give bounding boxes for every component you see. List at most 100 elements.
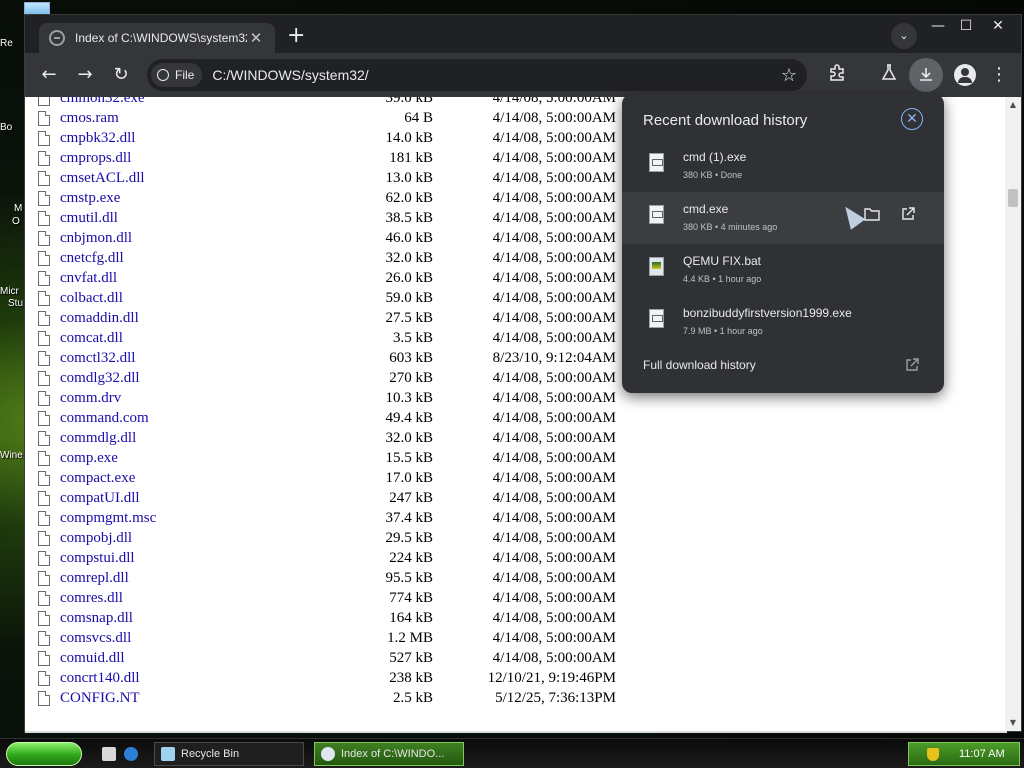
- tab-active[interactable]: Index of C:\WINDOWS\system32\ ✕: [39, 23, 275, 53]
- file-icon: [38, 431, 50, 446]
- file-link[interactable]: comuid.dll: [60, 650, 125, 667]
- file-date: 4/14/08, 5:00:00AM: [492, 190, 616, 206]
- close-window-button[interactable]: ✕: [981, 15, 1015, 39]
- file-link[interactable]: comrepl.dll: [60, 570, 129, 587]
- file-row: compact.exe 17.0 kB 4/14/08, 5:00:00AM: [25, 469, 625, 489]
- file-link[interactable]: cmmon32.exe: [60, 97, 145, 107]
- file-row: comsnap.dll 164 kB 4/14/08, 5:00:00AM: [25, 609, 625, 629]
- internet-explorer-icon[interactable]: [124, 747, 138, 761]
- file-link[interactable]: cmprops.dll: [60, 150, 131, 167]
- file-size: 32.0 kB: [385, 430, 433, 446]
- download-meta: 4.4 KB • 1 hour ago: [683, 274, 762, 284]
- file-size: 2.5 kB: [392, 690, 433, 706]
- full-download-history-link[interactable]: Full download history: [643, 358, 756, 372]
- tab-close-icon[interactable]: ✕: [247, 29, 265, 47]
- file-chip[interactable]: File: [151, 63, 203, 87]
- scroll-thumb[interactable]: [1008, 189, 1018, 207]
- file-link[interactable]: cmsetACL.dll: [60, 170, 145, 187]
- download-meta: 380 KB • 4 minutes ago: [683, 222, 778, 232]
- open-external-icon[interactable]: [898, 206, 918, 226]
- file-date: 4/14/08, 5:00:00AM: [492, 470, 616, 486]
- close-icon[interactable]: ✕: [901, 108, 923, 130]
- file-link[interactable]: comsnap.dll: [60, 610, 133, 627]
- back-button[interactable]: ←: [37, 63, 61, 87]
- file-link[interactable]: command.com: [60, 410, 149, 427]
- file-date: 4/14/08, 5:00:00AM: [492, 130, 616, 146]
- scroll-up-arrow-icon[interactable]: ▲: [1005, 97, 1021, 113]
- file-date: 4/14/08, 5:00:00AM: [492, 210, 616, 226]
- file-link[interactable]: cmutil.dll: [60, 210, 118, 227]
- new-tab-button[interactable]: +: [287, 25, 305, 47]
- file-icon: [38, 351, 50, 366]
- download-name: QEMU FIX.bat: [683, 254, 762, 268]
- profile-icon[interactable]: [954, 64, 976, 86]
- download-history-popup: Recent download history ✕ cmd (1).exe 38…: [622, 94, 944, 393]
- file-link[interactable]: comm.drv: [60, 390, 121, 407]
- file-link[interactable]: compobj.dll: [60, 530, 132, 547]
- tab-search-button[interactable]: ⌄: [891, 23, 917, 49]
- scroll-down-arrow-icon[interactable]: ▼: [1005, 715, 1021, 731]
- file-link[interactable]: comres.dll: [60, 590, 123, 607]
- file-link[interactable]: cmpbk32.dll: [60, 130, 135, 147]
- browser-toolbar: ← → ↻ File C:/WINDOWS/system32/ ☆ ⋮: [25, 53, 1021, 97]
- bookmark-star-icon[interactable]: ☆: [781, 65, 797, 86]
- file-link[interactable]: comsvcs.dll: [60, 630, 131, 647]
- download-item[interactable]: QEMU FIX.bat 4.4 KB • 1 hour ago: [622, 244, 944, 296]
- desktop-label-fragment: Wine: [0, 450, 23, 461]
- file-link[interactable]: colbact.dll: [60, 290, 123, 307]
- desktop-label-fragment: M: [14, 203, 23, 214]
- folder-icon[interactable]: [862, 206, 882, 226]
- file-link[interactable]: comctl32.dll: [60, 350, 135, 367]
- file-link[interactable]: commdlg.dll: [60, 430, 136, 447]
- clock[interactable]: 11:07 AM: [959, 748, 1005, 760]
- taskbar-item-recycle-bin[interactable]: Recycle Bin: [154, 742, 304, 766]
- file-icon: [38, 231, 50, 246]
- download-item[interactable]: cmd.exe 380 KB • 4 minutes ago: [622, 192, 944, 244]
- file-icon: [38, 97, 50, 106]
- file-link[interactable]: cnetcfg.dll: [60, 250, 124, 267]
- file-link[interactable]: concrt140.dll: [60, 670, 140, 687]
- file-link[interactable]: cnvfat.dll: [60, 270, 117, 287]
- popup-title: Recent download history: [643, 112, 808, 129]
- file-link[interactable]: comaddin.dll: [60, 310, 139, 327]
- file-link[interactable]: CONFIG.NT: [60, 690, 140, 707]
- menu-icon[interactable]: ⋮: [987, 63, 1011, 87]
- file-size: 164 kB: [389, 610, 433, 626]
- file-icon: [38, 291, 50, 306]
- file-date: 4/14/08, 5:00:00AM: [492, 630, 616, 646]
- horizontal-scrollbar[interactable]: [25, 731, 1007, 733]
- file-icon: [38, 311, 50, 326]
- file-link[interactable]: compmgmt.msc: [60, 510, 156, 527]
- download-icon[interactable]: [909, 58, 943, 92]
- start-button[interactable]: [6, 742, 82, 766]
- forward-button[interactable]: →: [73, 63, 97, 87]
- file-link[interactable]: compact.exe: [60, 470, 135, 487]
- extensions-icon[interactable]: [825, 63, 849, 87]
- tab-strip: Index of C:\WINDOWS\system32\ ✕ + ⌄ — ☐ …: [25, 15, 1021, 53]
- file-size: 10.3 kB: [385, 390, 433, 406]
- download-item[interactable]: bonzibuddyfirstversion1999.exe 7.9 MB • …: [622, 296, 944, 348]
- labs-icon[interactable]: [877, 63, 901, 87]
- file-link[interactable]: cmos.ram: [60, 110, 119, 127]
- file-row: cmstp.exe 62.0 kB 4/14/08, 5:00:00AM: [25, 189, 625, 209]
- address-bar[interactable]: File C:/WINDOWS/system32/ ☆: [147, 59, 807, 91]
- show-desktop-icon[interactable]: [102, 747, 116, 761]
- url-text[interactable]: C:/WINDOWS/system32/: [212, 67, 781, 83]
- file-link[interactable]: compstui.dll: [60, 550, 135, 567]
- file-date: 8/23/10, 9:12:04AM: [492, 350, 616, 366]
- taskbar-item-browser[interactable]: Index of C:\WINDO...: [314, 742, 464, 766]
- file-date: 4/14/08, 5:00:00AM: [492, 590, 616, 606]
- file-link[interactable]: cnbjmon.dll: [60, 230, 132, 247]
- reload-button[interactable]: ↻: [109, 63, 133, 87]
- file-link[interactable]: cmstp.exe: [60, 190, 120, 207]
- file-size: 59.0 kB: [385, 290, 433, 306]
- file-link[interactable]: comp.exe: [60, 450, 118, 467]
- open-external-icon[interactable]: [902, 357, 922, 377]
- maximize-button[interactable]: ☐: [949, 15, 983, 39]
- file-link[interactable]: compatUI.dll: [60, 490, 140, 507]
- file-link[interactable]: comcat.dll: [60, 330, 123, 347]
- file-link[interactable]: comdlg32.dll: [60, 370, 140, 387]
- security-shield-icon[interactable]: [927, 747, 939, 761]
- download-item[interactable]: cmd (1).exe 380 KB • Done: [622, 140, 944, 192]
- vertical-scrollbar[interactable]: ▲ ▼: [1005, 97, 1021, 731]
